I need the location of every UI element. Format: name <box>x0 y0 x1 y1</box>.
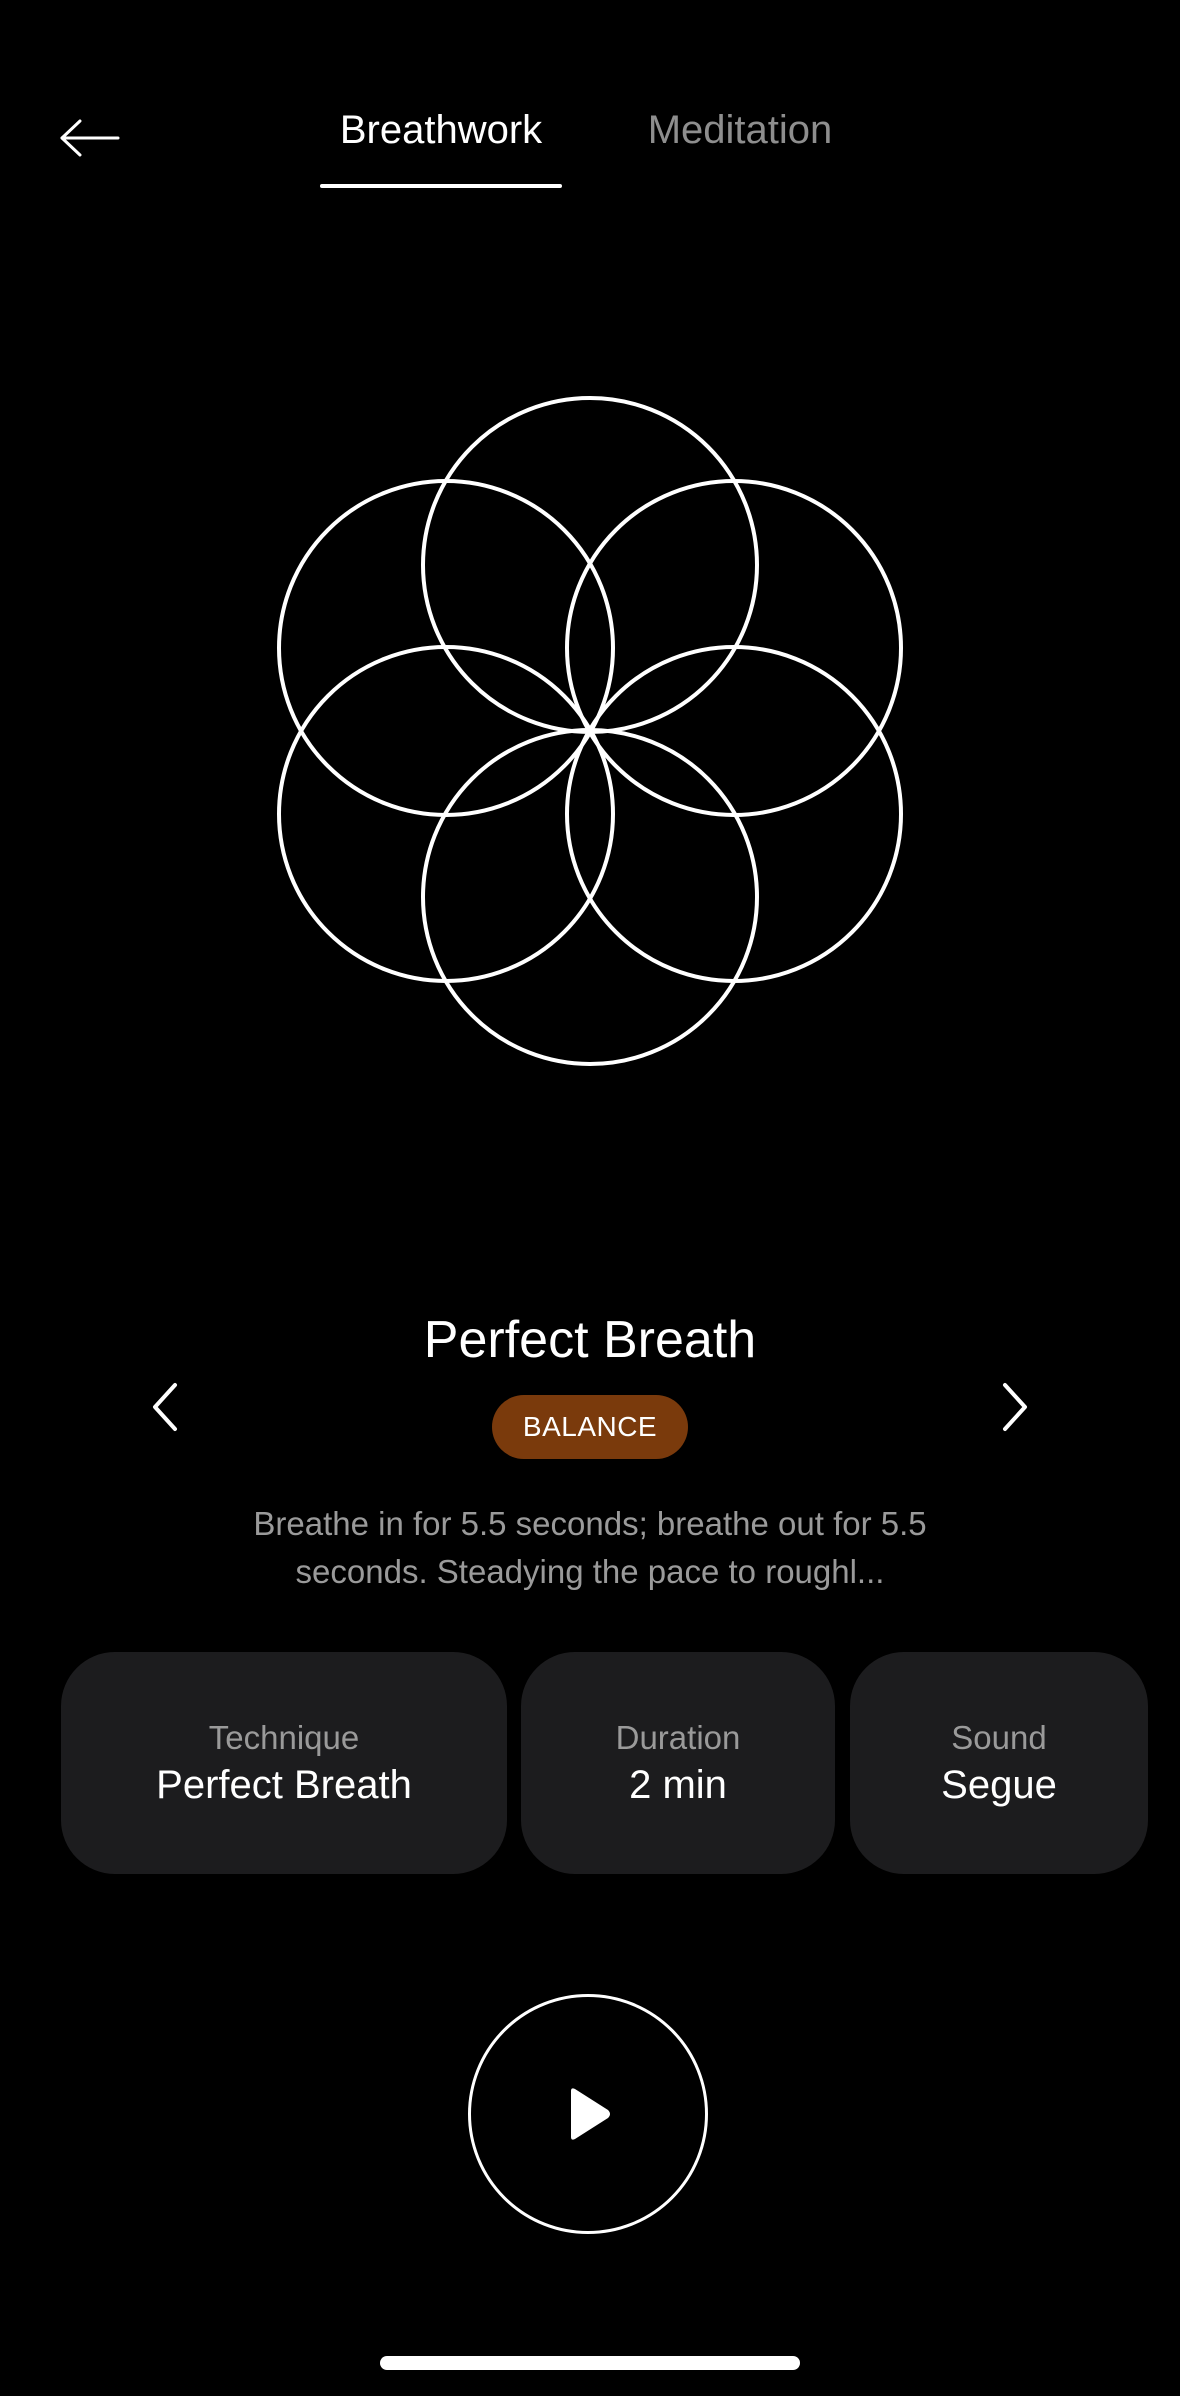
next-technique-button[interactable] <box>980 1372 1050 1442</box>
previous-technique-button[interactable] <box>130 1372 200 1442</box>
home-indicator[interactable] <box>380 2356 800 2370</box>
tab-bar: Breathwork Meditation <box>0 96 1180 192</box>
duration-card-label: Duration <box>615 1718 741 1756</box>
sound-card-value: Segue <box>941 1762 1057 1807</box>
flower-of-life-icon <box>277 396 903 1066</box>
duration-card[interactable]: Duration 2 min <box>521 1652 835 1874</box>
technique-card-value: Perfect Breath <box>156 1762 412 1807</box>
active-tab-indicator <box>320 184 562 188</box>
technique-card[interactable]: Technique Perfect Breath <box>61 1652 507 1874</box>
sound-card[interactable]: Sound Segue <box>850 1652 1148 1874</box>
technique-card-label: Technique <box>208 1718 360 1756</box>
chevron-right-icon <box>1003 1383 1027 1431</box>
play-button[interactable] <box>468 1994 708 2234</box>
play-icon <box>571 2088 610 2140</box>
tab-meditation[interactable]: Meditation <box>620 96 860 192</box>
category-badge: BALANCE <box>492 1395 688 1459</box>
technique-description: Breathe in for 5.5 seconds; breathe out … <box>253 1505 927 1590</box>
sound-card-label: Sound <box>951 1718 1047 1756</box>
tab-breathwork[interactable]: Breathwork <box>320 96 562 192</box>
technique-title: Perfect Breath <box>423 1311 757 1369</box>
chevron-left-icon <box>153 1383 177 1431</box>
duration-card-value: 2 min <box>629 1762 727 1807</box>
